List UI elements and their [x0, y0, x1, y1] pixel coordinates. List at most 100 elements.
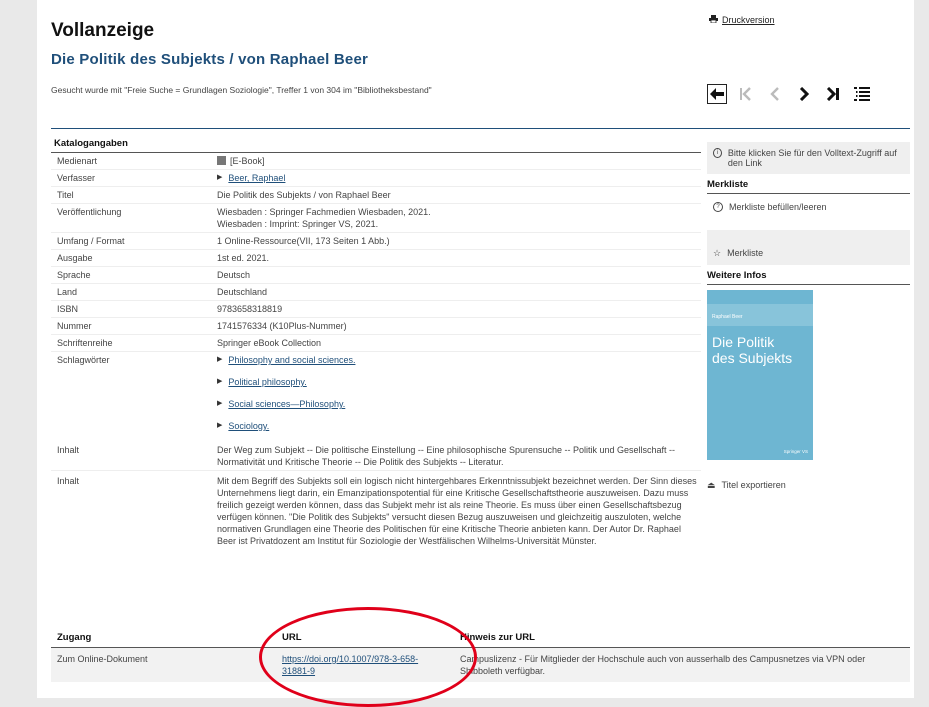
- list-icon: [854, 87, 870, 101]
- catalog-row-medienart: Medienart [E-Book]: [51, 153, 701, 170]
- help-icon: ?: [713, 202, 723, 212]
- catalog-row-ausgabe: Ausgabe 1st ed. 2021.: [51, 250, 701, 267]
- watchlist-fill-label: Merkliste befüllen/leeren: [729, 202, 827, 212]
- catalog-row-nummer: Nummer 1741576334 (K10Plus-Nummer): [51, 318, 701, 335]
- medienart-value: [E-Book]: [230, 156, 265, 166]
- page-title: Vollanzeige: [51, 20, 155, 41]
- row-value: [E-Book]: [217, 155, 701, 167]
- subject-link[interactable]: Social sciences—Philosophy.: [228, 398, 345, 410]
- row-value: 1741576334 (K10Plus-Nummer): [217, 321, 347, 331]
- row-key: Schlagwörter: [57, 355, 110, 365]
- catalog-heading: Katalogangaben: [51, 135, 701, 153]
- triangle-right-icon: ▶: [217, 356, 223, 363]
- row-key: Inhalt: [57, 445, 80, 455]
- catalog-row-titel: Titel Die Politik des Subjekts / von Rap…: [51, 187, 701, 204]
- row-value: Deutsch: [217, 270, 251, 280]
- info-icon: i: [713, 148, 722, 158]
- printer-icon: [709, 15, 718, 25]
- last-page-icon: [826, 87, 839, 101]
- cover-title-line: des Subjekts: [712, 350, 793, 366]
- row-key: Veröffentlichung: [57, 207, 122, 217]
- watchlist-fill-link[interactable]: ? Merkliste befüllen/leeren: [707, 194, 910, 230]
- cover-author: Raphael Beer: [712, 314, 743, 320]
- url-note: Campuslizenz - Für Mitglieder der Hochsc…: [460, 654, 866, 676]
- sidebar: i Bitte klicken Sie für den Volltext-Zug…: [707, 140, 910, 491]
- previous-record-button[interactable]: [765, 84, 785, 104]
- row-key: Nummer: [57, 321, 92, 331]
- subject-link[interactable]: Philosophy and social sciences.: [228, 354, 355, 366]
- access-type: Zum Online-Dokument: [57, 654, 148, 664]
- row-key: Medienart: [57, 156, 98, 166]
- first-page-icon: [740, 87, 751, 101]
- row-key: Titel: [57, 190, 74, 200]
- author-link[interactable]: Beer, Raphael: [228, 172, 285, 184]
- last-record-button[interactable]: [823, 84, 843, 104]
- row-key: Sprache: [57, 270, 91, 280]
- catalog-row-veroeffentlichung: Veröffentlichung Wiesbaden : Springer Fa…: [51, 204, 701, 233]
- catalog-row-inhalt: Inhalt Der Weg zum Subjekt -- Die politi…: [51, 440, 701, 471]
- triangle-right-icon: ▶: [217, 174, 223, 181]
- row-value: ▶ Beer, Raphael: [217, 172, 701, 184]
- row-value: Deutschland: [217, 287, 268, 297]
- export-icon: ⏏: [707, 480, 716, 490]
- result-list-button[interactable]: [852, 84, 872, 104]
- cover-title: Die Politik des Subjekts: [712, 334, 792, 366]
- catalog-row-verfasser: Verfasser ▶ Beer, Raphael: [51, 170, 701, 187]
- row-value: 1 Online-Ressource(VII, 173 Seiten 1 Abb…: [217, 236, 390, 246]
- catalog-row-umfang: Umfang / Format 1 Online-Ressource(VII, …: [51, 233, 701, 250]
- catalog-row-land: Land Deutschland: [51, 284, 701, 301]
- record-navigation: [707, 84, 872, 104]
- chevron-right-icon: [799, 87, 810, 101]
- access-table: Zugang URL Hinweis zur URL Zum Online-Do…: [51, 628, 910, 682]
- fulltext-hint-text: Bitte klicken Sie für den Volltext-Zugri…: [727, 148, 897, 168]
- catalog-section: Katalogangaben Medienart [E-Book] Verfas…: [51, 135, 701, 549]
- cover-publisher: Springer VS: [783, 449, 808, 454]
- row-key: Schriftenreihe: [57, 338, 113, 348]
- fulltext-hint: i Bitte klicken Sie für den Volltext-Zug…: [707, 142, 910, 174]
- watchlist-add-link[interactable]: ☆ Merkliste: [707, 230, 910, 265]
- row-value: Springer eBook Collection: [217, 338, 322, 348]
- cover-title-line: Die Politik: [712, 334, 775, 350]
- row-key: Umfang / Format: [57, 236, 125, 246]
- access-table-header: Zugang URL Hinweis zur URL: [51, 628, 910, 648]
- more-info-heading: Weitere Infos: [707, 265, 910, 285]
- row-key: Ausgabe: [57, 253, 93, 263]
- book-cover-image[interactable]: Raphael Beer Die Politik des Subjekts Spr…: [707, 290, 813, 460]
- main-page: Vollanzeige Die Politik des Subjekts / v…: [37, 0, 914, 707]
- export-link[interactable]: ⏏ Titel exportieren: [707, 460, 910, 491]
- subject-list: ▶ Philosophy and social sciences. ▶ Politi…: [217, 354, 701, 438]
- catalog-row-schlagwoerter: Schlagwörter ▶ Philosophy and social scie…: [51, 352, 701, 440]
- ebook-icon: [217, 156, 226, 165]
- triangle-right-icon: ▶: [217, 378, 223, 385]
- row-key: Inhalt: [57, 476, 80, 486]
- access-table-row: Zum Online-Dokument https://doi.org/10.1…: [51, 648, 910, 682]
- triangle-right-icon: ▶: [217, 422, 223, 429]
- row-key: ISBN: [57, 304, 79, 314]
- subject-link[interactable]: Sociology.: [228, 420, 269, 432]
- row-value: Die Politik des Subjekts / von Raphael B…: [217, 190, 391, 200]
- row-value: Wiesbaden : Springer Fachmedien Wiesbade…: [217, 206, 701, 230]
- publication-line-2: Wiesbaden : Imprint: Springer VS, 2021.: [217, 219, 379, 229]
- record-title: Die Politik des Subjekts / von Raphael B…: [51, 51, 369, 68]
- triangle-right-icon: ▶: [217, 400, 223, 407]
- chevron-left-icon: [770, 87, 779, 101]
- next-record-button[interactable]: [794, 84, 814, 104]
- back-to-list-button[interactable]: [707, 84, 727, 104]
- watchlist-label: Merkliste: [727, 248, 764, 258]
- subject-link[interactable]: Political philosophy.: [228, 376, 306, 388]
- row-value: 1st ed. 2021.: [217, 253, 270, 263]
- arrow-left-icon: [710, 88, 724, 100]
- print-link[interactable]: Druckversion: [709, 15, 775, 25]
- first-record-button[interactable]: [736, 84, 756, 104]
- search-info: Gesucht wurde mit "Freie Suche = Grundla…: [51, 85, 432, 95]
- print-label: Druckversion: [722, 15, 775, 25]
- row-key: Land: [57, 287, 78, 297]
- row-value: 9783658318819: [217, 304, 283, 314]
- row-value: Der Weg zum Subjekt -- Die politische Ei…: [217, 445, 676, 467]
- catalog-row-isbn: ISBN 9783658318819: [51, 301, 701, 318]
- watchlist-heading: Merkliste: [707, 174, 910, 194]
- col-header-access: Zugang: [57, 632, 92, 643]
- catalog-row-inhalt-abstract: Inhalt Mit dem Begriff des Subjekts soll…: [51, 471, 701, 549]
- catalog-row-sprache: Sprache Deutsch: [51, 267, 701, 284]
- red-annotation-circle: [259, 607, 477, 707]
